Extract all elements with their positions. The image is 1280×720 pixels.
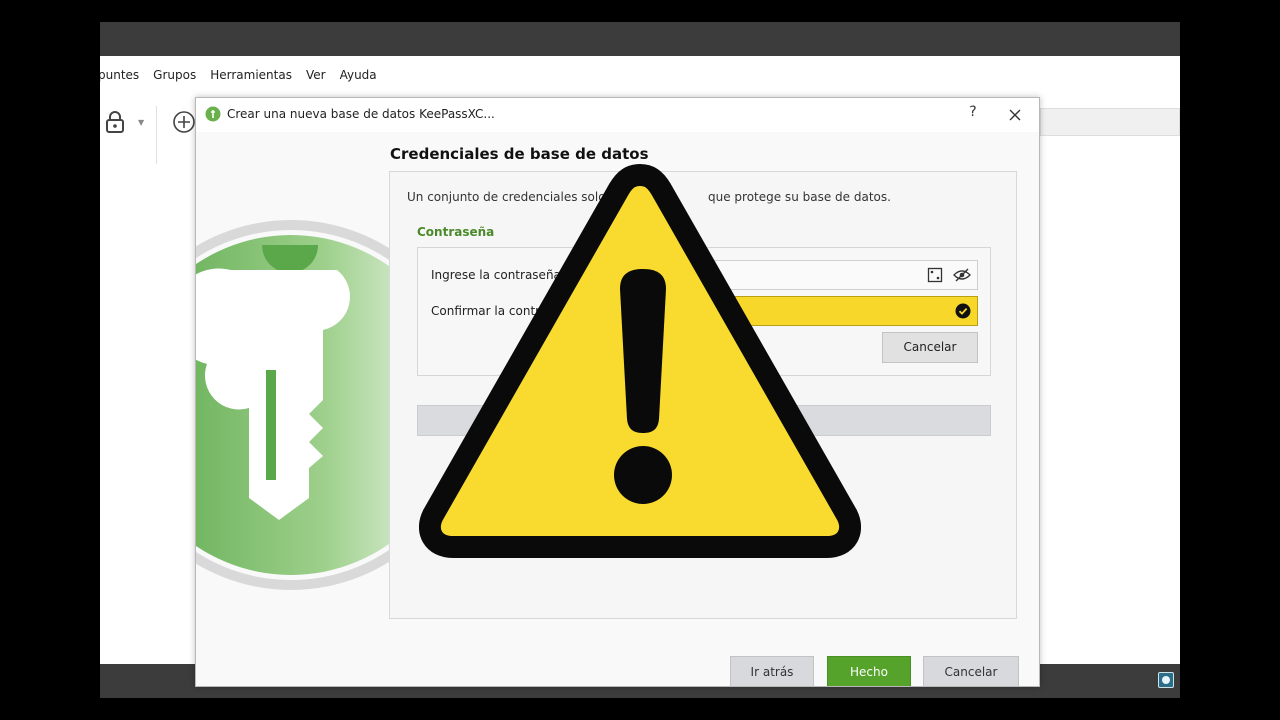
keepassxc-logo-icon	[205, 106, 221, 122]
chevron-down-icon[interactable]: ▼	[138, 118, 144, 127]
password-generator-icon[interactable]	[927, 267, 943, 283]
menu-bar: puntes Grupos Herramientas Ver Ayuda	[100, 68, 391, 90]
toolbar-separator	[156, 106, 157, 164]
lock-icon[interactable]	[105, 110, 125, 134]
menu-view[interactable]: Ver	[306, 68, 326, 90]
menu-entries[interactable]: puntes	[100, 68, 139, 90]
menu-tools[interactable]: Herramientas	[210, 68, 292, 90]
menu-groups[interactable]: Grupos	[153, 68, 196, 90]
background-search-box	[1040, 108, 1180, 136]
dialog-title-bar: Crear una nueva base de datos KeePassXC.…	[196, 98, 1039, 132]
keepassxc-watermark-logo	[196, 220, 396, 590]
eye-slash-icon[interactable]	[953, 267, 971, 283]
password-cancel-button[interactable]: Cancelar	[882, 332, 978, 363]
warning-icon	[419, 164, 861, 558]
dialog-title: Crear una nueva base de datos KeePassXC.…	[227, 107, 495, 121]
add-icon[interactable]	[172, 110, 196, 134]
back-button[interactable]: Ir atrás	[730, 656, 814, 686]
done-button[interactable]: Hecho	[827, 656, 911, 686]
window-top-bar	[100, 22, 1180, 56]
help-button[interactable]: ?	[963, 104, 983, 120]
close-icon[interactable]	[1004, 104, 1026, 126]
tray-icon[interactable]	[1158, 672, 1174, 688]
menu-help[interactable]: Ayuda	[340, 68, 377, 90]
cancel-button[interactable]: Cancelar	[923, 656, 1019, 686]
check-circle-icon	[955, 303, 971, 319]
